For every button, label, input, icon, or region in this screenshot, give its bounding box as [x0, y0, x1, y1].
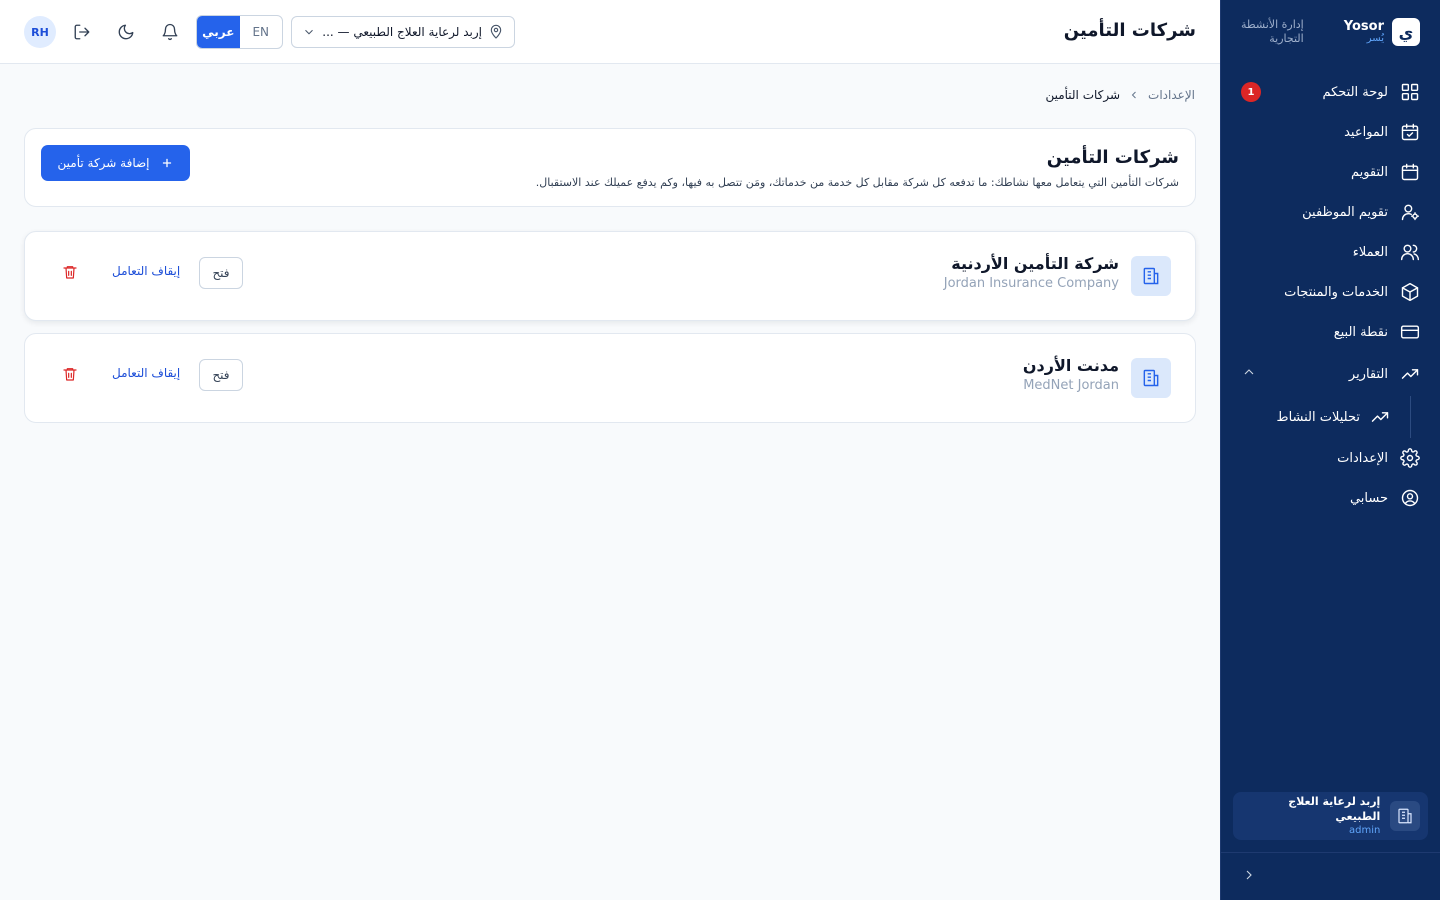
brand-tagline: إدارة الأنشطة التجارية [1241, 18, 1304, 46]
dashboard-icon [1400, 82, 1420, 102]
user-gear-icon [1400, 202, 1420, 222]
building-icon [1390, 801, 1420, 831]
organization-name: إربد لرعاية العلاج الطبيعي [1288, 795, 1381, 823]
trending-up-icon [1370, 407, 1390, 427]
sidebar-item-settings[interactable]: الإعدادات [1221, 438, 1440, 478]
lang-option-en[interactable]: EN [240, 16, 283, 48]
open-insurer-button[interactable]: فتح [199, 257, 243, 289]
map-pin-icon [488, 24, 504, 40]
moon-icon [118, 24, 134, 40]
settings-icon [1400, 448, 1420, 468]
sidebar-item-label: تحليلات النشاط [1276, 409, 1360, 425]
sidebar-item-dashboard[interactable]: لوحة التحكم 1 [1221, 72, 1440, 112]
open-insurer-button[interactable]: فتح [199, 359, 243, 391]
logout-icon [74, 24, 90, 40]
sidebar-item-label: الإعدادات [1337, 450, 1388, 466]
lang-option-ar[interactable]: عربي [197, 16, 240, 48]
sidebar-item-calendar[interactable]: التقويم [1221, 152, 1440, 192]
sidebar-item-label: الخدمات والمنتجات [1284, 284, 1388, 300]
sidebar-nav: لوحة التحكم 1 المواعيد التقويم تقويم الم… [1221, 72, 1440, 518]
avatar[interactable]: RH [24, 16, 56, 48]
add-insurer-button[interactable]: إضافة شركة تأمين [41, 145, 190, 181]
chevron-up-icon[interactable] [1241, 364, 1257, 380]
section-description: شركات التأمين التي يتعامل معها نشاطك: ما… [535, 176, 1179, 189]
sidebar-footer [1221, 852, 1440, 900]
page-header-card: شركات التأمين شركات التأمين التي يتعامل … [24, 128, 1196, 207]
sidebar-item-services[interactable]: الخدمات والمنتجات [1221, 272, 1440, 312]
trash-icon [63, 368, 77, 381]
plus-icon [162, 158, 171, 168]
brand-name-en: Yosor [1343, 18, 1384, 34]
stop-dealing-link[interactable]: إيقاف التعامل [112, 264, 180, 278]
breadcrumb: الإعدادات شركات التأمين [1045, 88, 1195, 102]
insurer-name-ar: شركة التأمين الأردنية [951, 254, 1119, 273]
calendar-check-icon [1400, 122, 1420, 142]
organization-card[interactable]: إربد لرعاية العلاج الطبيعي admin [1233, 792, 1428, 840]
box-icon [1400, 282, 1420, 302]
organization-role: admin [1348, 824, 1381, 836]
sidebar-item-clients[interactable]: العملاء [1221, 232, 1440, 272]
sidebar-item-staff-calendar[interactable]: تقويم الموظفين [1221, 192, 1440, 232]
credit-card-icon [1400, 322, 1420, 342]
stop-dealing-link[interactable]: إيقاف التعامل [112, 366, 180, 380]
insurer-card[interactable]: مدنت الأردن MedNet Jordan فتح إيقاف التع… [24, 333, 1196, 423]
brand[interactable]: ي Yosor يُسر إدارة الأنشطة التجارية [1221, 0, 1440, 64]
sidebar-item-label: التقارير [1348, 366, 1388, 382]
sidebar-item-label: نقطة البيع [1333, 324, 1388, 340]
sidebar-item-label: العملاء [1352, 244, 1388, 260]
organization-info: إربد لرعاية العلاج الطبيعي admin [1241, 795, 1380, 837]
sidebar-item-label: المواعيد [1344, 124, 1388, 140]
page-title: شركات التأمين [1063, 20, 1196, 41]
logout-button[interactable] [70, 20, 94, 44]
sidebar: ي Yosor يُسر إدارة الأنشطة التجارية لوحة… [1220, 0, 1440, 900]
chevron-left-icon [1128, 89, 1140, 101]
notifications-button[interactable] [158, 20, 182, 44]
brand-name-ar: يُسر [1366, 32, 1384, 44]
brand-logo: ي [1392, 18, 1420, 46]
insurer-name-ar: مدنت الأردن [1022, 356, 1119, 375]
trash-icon [63, 266, 77, 279]
insurer-card[interactable]: شركة التأمين الأردنية Jordan Insurance C… [24, 231, 1196, 321]
brand-tagline-line1: إدارة الأنشطة [1241, 18, 1304, 32]
collapse-sidebar-icon[interactable] [1241, 867, 1257, 887]
brand-name: Yosor يُسر [1344, 20, 1384, 44]
brand-tagline-line2: التجارية [1269, 32, 1304, 45]
bell-icon [162, 23, 178, 41]
insurer-name-en: MedNet Jordan [1023, 378, 1119, 393]
sidebar-item-label: التقويم [1350, 164, 1388, 180]
notification-badge: 1 [1241, 82, 1261, 102]
section-title: شركات التأمين [1046, 147, 1179, 168]
sidebar-item-label: حسابي [1349, 490, 1388, 506]
sidebar-item-pos[interactable]: نقطة البيع [1221, 312, 1440, 352]
sidebar-item-reports[interactable]: التقارير [1221, 352, 1440, 396]
add-insurer-label: إضافة شركة تأمين [57, 156, 150, 170]
breadcrumb-current: شركات التأمين [1045, 88, 1121, 102]
building-icon [1131, 358, 1171, 398]
users-icon [1400, 242, 1420, 262]
language-switch: عربي EN [196, 15, 283, 49]
sidebar-subitem-activity-analytics[interactable]: تحليلات النشاط [1221, 396, 1440, 438]
branch-select[interactable]: إربد لرعاية العلاج الطبيعي — ... [291, 16, 515, 48]
chevron-down-icon [302, 25, 316, 39]
calendar-icon [1400, 162, 1420, 182]
sidebar-item-account[interactable]: حسابي [1221, 478, 1440, 518]
theme-toggle-button[interactable] [114, 20, 138, 44]
insurer-name-en: Jordan Insurance Company [943, 276, 1119, 291]
breadcrumb-parent[interactable]: الإعدادات [1148, 88, 1195, 102]
sidebar-item-appointments[interactable]: المواعيد [1221, 112, 1440, 152]
branch-select-value: إربد لرعاية العلاج الطبيعي — ... [322, 25, 482, 39]
delete-insurer-button[interactable] [61, 263, 79, 281]
sidebar-item-label: لوحة التحكم [1322, 84, 1388, 100]
user-circle-icon [1400, 488, 1420, 508]
building-icon [1131, 256, 1171, 296]
delete-insurer-button[interactable] [61, 365, 79, 383]
trending-up-icon [1400, 364, 1420, 384]
sidebar-item-label: تقويم الموظفين [1302, 204, 1388, 220]
top-header: شركات التأمين RH عربي EN إربد لرعاية الع… [0, 0, 1220, 64]
